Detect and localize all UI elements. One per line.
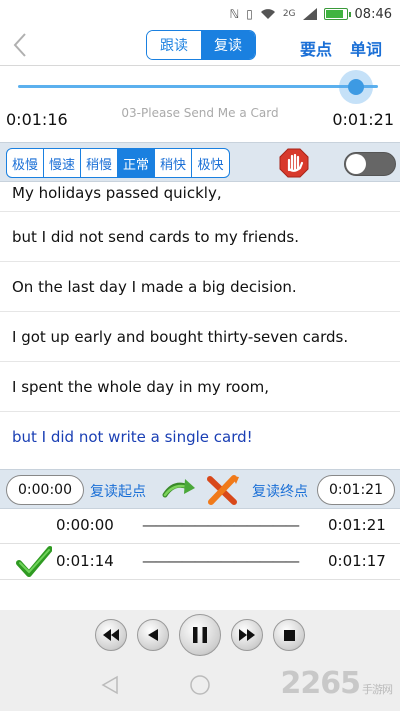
progress-slider[interactable]: [18, 85, 378, 88]
player-controls: [0, 610, 400, 660]
sentence-item[interactable]: I got up early and bought thirty-seven c…: [0, 312, 400, 362]
end-time: 0:01:21: [332, 110, 394, 129]
system-back-icon[interactable]: [100, 675, 120, 695]
loop-dashes: ————————————: [142, 552, 300, 570]
stop-icon: [283, 629, 295, 641]
toggle-knob: [346, 154, 366, 174]
clear-loop-icon[interactable]: [206, 475, 240, 505]
watermark-brand: 2265: [280, 666, 361, 701]
network-type: 2G: [282, 9, 296, 19]
vocabulary-link[interactable]: 单词: [350, 36, 382, 60]
status-bar: ℕ ▯ 2G 08:46: [0, 0, 400, 28]
sentence-list: My holidays passed quickly, but I did no…: [0, 182, 400, 462]
back-button[interactable]: [12, 32, 28, 63]
pause-icon: [193, 627, 207, 643]
repeat-bar: 0:00:00 复读起点 复读终点 0:01:21: [0, 469, 400, 509]
speed-bar: 极慢 慢速 稍慢 正常 稍快 极快: [0, 142, 400, 182]
mode-repeat-tab[interactable]: 复读: [201, 31, 255, 59]
mode-follow-tab[interactable]: 跟读: [147, 31, 201, 59]
speed-option-selected[interactable]: 正常: [118, 149, 155, 177]
loop-row[interactable]: 0:00:00 ———————————— 0:01:21: [0, 508, 400, 544]
fast-forward-icon: [239, 629, 255, 641]
pause-button[interactable]: [179, 614, 221, 656]
play-reverse-icon: [148, 629, 158, 641]
speed-option[interactable]: 稍慢: [81, 149, 118, 177]
stop-hand-icon[interactable]: [279, 148, 309, 178]
speed-option[interactable]: 慢速: [44, 149, 81, 177]
loop-start: 0:00:00: [56, 516, 114, 534]
nfc-icon: ℕ: [229, 7, 240, 21]
speed-option[interactable]: 极快: [192, 149, 229, 177]
loop-dashes: ————————————: [142, 516, 300, 534]
system-home-icon[interactable]: [189, 674, 211, 696]
set-repeat-end-button[interactable]: 复读终点: [252, 481, 308, 501]
speed-selector: 极慢 慢速 稍慢 正常 稍快 极快: [6, 148, 230, 178]
key-points-link[interactable]: 要点: [300, 36, 332, 60]
repeat-end-time[interactable]: 0:01:21: [317, 475, 395, 505]
repeat-toggle[interactable]: [344, 152, 396, 176]
status-time: 08:46: [354, 6, 392, 22]
wifi-icon: [260, 9, 275, 19]
rewind-button[interactable]: [95, 619, 127, 651]
watermark-logo: 2265 手游网: [280, 666, 394, 701]
repeat-start-time[interactable]: 0:00:00: [6, 475, 84, 505]
nav-bar: 跟读 复读 要点 单词: [0, 28, 400, 66]
speed-option[interactable]: 稍快: [155, 149, 192, 177]
fast-forward-button[interactable]: [231, 619, 263, 651]
rewind-icon: [103, 629, 119, 641]
loop-end: 0:01:17: [328, 552, 386, 570]
speed-option[interactable]: 极慢: [7, 149, 44, 177]
checkmark-icon: [16, 546, 52, 577]
battery-icon: [323, 8, 351, 20]
loop-end: 0:01:21: [328, 516, 386, 534]
mode-switch: 跟读 复读: [146, 30, 256, 60]
sentence-item[interactable]: but I did not send cards to my friends.: [0, 212, 400, 262]
set-repeat-start-button[interactable]: 复读起点: [90, 481, 146, 501]
sentence-item[interactable]: My holidays passed quickly,: [0, 182, 400, 212]
sentence-item-current[interactable]: but I did not write a single card!: [0, 412, 400, 462]
loop-start: 0:01:14: [56, 552, 114, 570]
signal-icon: [302, 8, 317, 20]
sentence-item[interactable]: I spent the whole day in my room,: [0, 362, 400, 412]
previous-button[interactable]: [137, 619, 169, 651]
vibrate-icon: ▯: [246, 7, 253, 21]
chevron-left-icon: [13, 33, 26, 57]
sentence-item[interactable]: On the last day I made a big decision.: [0, 262, 400, 312]
stop-button[interactable]: [273, 619, 305, 651]
loop-row-selected[interactable]: 0:01:14 ———————————— 0:01:17: [0, 544, 400, 580]
loop-arrow-icon[interactable]: [162, 475, 196, 505]
watermark-sub: 手游网: [362, 683, 393, 696]
